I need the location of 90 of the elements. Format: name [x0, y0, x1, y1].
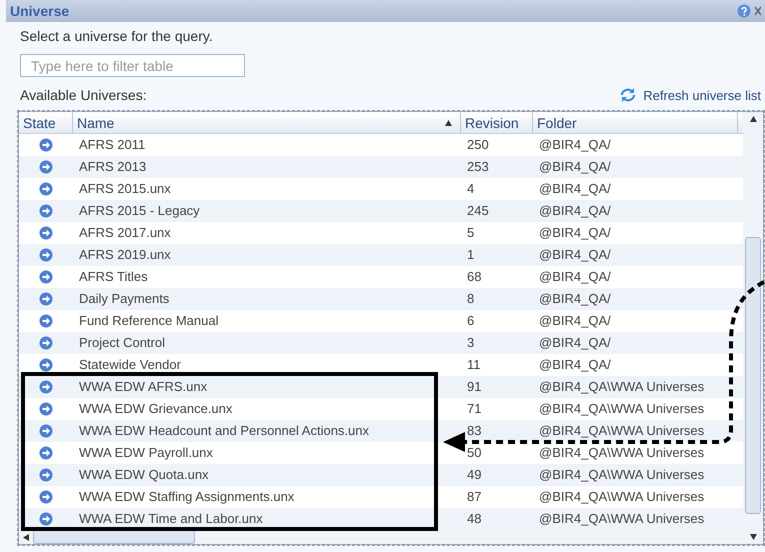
instruction-text: Select a universe for the query.	[20, 28, 214, 44]
revision-cell-text: 4	[466, 182, 476, 196]
revision-cell-text: 1	[466, 248, 476, 262]
folder-cell-text: @BIR4_QA/	[538, 314, 612, 328]
revision-cell-text: 245	[466, 204, 490, 218]
table-row[interactable]: AFRS 2015 - Legacy 245 @BIR4_QA/	[19, 200, 743, 222]
up-arrow-icon[interactable]	[750, 116, 756, 122]
table-row[interactable]: AFRS 2013 253 @BIR4_QA/	[19, 156, 743, 178]
revision-cell-text: 71	[466, 402, 482, 416]
folder-cell-text: @BIR4_QA\WWA Universes	[538, 446, 706, 460]
column-header[interactable]: State	[19, 112, 73, 133]
table-row[interactable]: AFRS 2017.unx 5 @BIR4_QA/	[19, 222, 743, 244]
folder-cell-text: @BIR4_QA/	[538, 292, 612, 306]
close-icon[interactable]	[755, 5, 761, 17]
refresh-link[interactable]: Refresh universe list	[619, 87, 761, 103]
folder-cell-text: @BIR4_QA/	[538, 358, 612, 372]
revision-cell-text: 11	[466, 358, 482, 372]
folder-cell-text: @BIR4_QA\WWA Universes	[538, 402, 706, 416]
refresh-icon	[619, 87, 638, 103]
folder-cell-text: @BIR4_QA\WWA Universes	[538, 512, 706, 526]
table-row[interactable]: Fund Reference Manual 6 @BIR4_QA/	[19, 310, 743, 332]
list-label: Available Universes:	[20, 87, 147, 103]
table-row[interactable]: WWA EDW Payroll.unx 50 @BIR4_QA\WWA Universes	[19, 442, 743, 464]
folder-cell-text: @BIR4_QA\WWA Universes	[538, 424, 706, 438]
table-row[interactable]: WWA EDW Time and Labor.unx 48 @BIR4_QA\WWA Universes	[19, 508, 743, 530]
folder-cell-text: @BIR4_QA/	[538, 138, 612, 152]
folder-cell-text: @BIR4_QA/	[538, 182, 612, 196]
name-cell-text: WWA EDW Quota.unx	[78, 468, 210, 482]
table-row[interactable]: WWA EDW AFRS.unx 91 @BIR4_QA\WWA Universes	[19, 376, 743, 398]
column-header[interactable]: Name	[73, 112, 461, 133]
left-arrow-icon[interactable]	[23, 534, 29, 540]
table-row[interactable]: WWA EDW Quota.unx 49 @BIR4_QA\WWA Universes	[19, 464, 743, 486]
table-row[interactable]: AFRS 2019.unx 1 @BIR4_QA/	[19, 244, 743, 266]
folder-cell-text: @BIR4_QA/	[538, 248, 612, 262]
name-cell-text: AFRS Titles	[78, 270, 149, 284]
table-row[interactable]: AFRS 2011 250 @BIR4_QA/	[19, 134, 743, 156]
name-cell-text: Daily Payments	[78, 292, 170, 306]
name-cell-text: AFRS 2013	[78, 160, 148, 174]
folder-cell-text: @BIR4_QA\WWA Universes	[538, 380, 706, 394]
column-header[interactable]: Revision	[461, 112, 533, 133]
table-row[interactable]: WWA EDW Grievance.unx 71 @BIR4_QA\WWA Universes	[19, 398, 743, 420]
folder-cell-text: @BIR4_QA/	[538, 204, 612, 218]
table-row[interactable]: Project Control 3 @BIR4_QA/	[19, 332, 743, 354]
folder-cell-text: @BIR4_QA/	[538, 226, 612, 240]
revision-cell-text: 48	[466, 512, 482, 526]
revision-cell-text: 6	[466, 314, 476, 328]
folder-cell-text: @BIR4_QA/	[538, 270, 612, 284]
folder-cell-text: @BIR4_QA/	[538, 160, 612, 174]
folder-cell-text: @BIR4_QA\WWA Universes	[538, 468, 706, 482]
vertical-scrollbar[interactable]	[743, 112, 763, 544]
name-cell-text: Project Control	[78, 336, 166, 350]
name-cell-text: WWA EDW Staffing Assignments.unx	[78, 490, 296, 504]
revision-cell-text: 50	[466, 446, 482, 460]
window-title: Universe	[10, 3, 70, 19]
name-cell-text: WWA EDW Headcount and Personnel Actions.unx	[78, 424, 370, 438]
revision-cell-text: 87	[466, 490, 482, 504]
revision-cell-text: 83	[466, 424, 482, 438]
column-header[interactable]: Folder	[533, 112, 738, 133]
folder-cell-text: @BIR4_QA/	[538, 336, 612, 350]
table-row[interactable]: Daily Payments 8 @BIR4_QA/	[19, 288, 743, 310]
revision-cell-text: 49	[466, 468, 482, 482]
name-cell-text: WWA EDW Time and Labor.unx	[78, 512, 264, 526]
name-cell-text: WWA EDW Grievance.unx	[78, 402, 234, 416]
folder-cell-text: @BIR4_QA\WWA Universes	[538, 490, 706, 504]
horizontal-scrollbar[interactable]	[19, 530, 743, 544]
name-cell-text: WWA EDW AFRS.unx	[78, 380, 208, 394]
table-row[interactable]: WWA EDW Headcount and Personnel Actions.unx 83 @BIR4_QA\WWA Universes	[19, 420, 743, 442]
name-cell-text: AFRS 2017.unx	[78, 226, 172, 240]
revision-cell-text: 253	[466, 160, 490, 174]
name-cell-text: AFRS 2015.unx	[78, 182, 172, 196]
revision-cell-text: 250	[466, 138, 490, 152]
name-cell-text: AFRS 2019.unx	[78, 248, 172, 262]
table-row[interactable]: WWA EDW Staffing Assignments.unx 87 @BIR4_QA\WWA Universes	[19, 486, 743, 508]
help-icon[interactable]	[737, 4, 751, 18]
revision-cell-text: 5	[466, 226, 476, 240]
name-cell-text: AFRS 2015 - Legacy	[78, 204, 201, 218]
table-row[interactable]: AFRS 2015.unx 4 @BIR4_QA/	[19, 178, 743, 200]
revision-cell-text: 3	[466, 336, 476, 350]
table-row[interactable]: AFRS Titles 68 @BIR4_QA/	[19, 266, 743, 288]
filter-field[interactable]: Type here to filter table	[20, 54, 245, 77]
revision-cell-text: 8	[466, 292, 476, 306]
name-cell-text: Fund Reference Manual	[78, 314, 220, 328]
name-cell-text: Statewide Vendor	[78, 358, 182, 372]
name-cell-text: AFRS 2011	[78, 138, 146, 152]
sort-icon	[445, 120, 452, 126]
name-cell-text: WWA EDW Payroll.unx	[78, 446, 214, 460]
down-arrow-icon[interactable]	[750, 534, 756, 540]
revision-cell-text: 91	[466, 380, 482, 394]
table-row[interactable]: Statewide Vendor 11 @BIR4_QA/	[19, 354, 743, 376]
revision-cell-text: 68	[466, 270, 482, 284]
